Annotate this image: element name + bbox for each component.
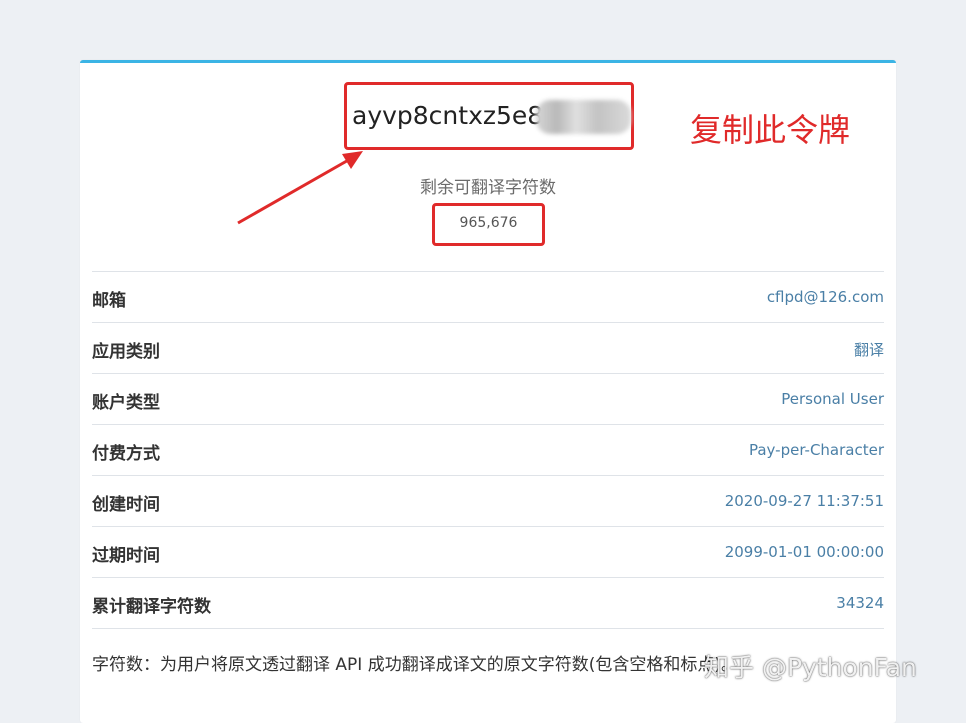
remaining-chars-value: 965,676 <box>459 215 518 231</box>
account-details-table: 邮箱 cflpd@126.com 应用类别 翻译 账户类型 Personal U… <box>92 271 884 629</box>
detail-value: Personal User <box>781 390 884 408</box>
token-highlight-box: ayvp8cntxz5e8 <box>344 82 634 150</box>
detail-value: Pay-per-Character <box>748 441 884 459</box>
detail-row-created-time: 创建时间 2020-09-27 11:37:51 <box>92 476 884 527</box>
character-count-footnote: 字符数：为用户将原文透过翻译 API 成功翻译成译文的原文字符数(包含空格和标点… <box>92 655 738 675</box>
detail-row-email: 邮箱 cflpd@126.com <box>92 272 884 323</box>
detail-row-account-type: 账户类型 Personal User <box>92 374 884 425</box>
detail-label: 邮箱 <box>92 291 126 311</box>
detail-label: 创建时间 <box>92 495 160 515</box>
remaining-chars-highlight-box: 965,676 <box>432 203 545 246</box>
detail-label: 累计翻译字符数 <box>92 597 211 617</box>
copy-token-annotation: 复制此令牌 <box>690 111 851 149</box>
zhihu-watermark: 知乎 @PythonFan <box>704 653 917 682</box>
detail-value: 翻译 <box>853 341 884 359</box>
remaining-chars-label: 剩余可翻译字符数 <box>420 178 556 198</box>
detail-row-payment-method: 付费方式 Pay-per-Character <box>92 425 884 476</box>
detail-row-expiry-time: 过期时间 2099-01-01 00:00:00 <box>92 527 884 578</box>
detail-value: 2099-01-01 00:00:00 <box>724 543 884 561</box>
detail-label: 过期时间 <box>92 546 160 566</box>
detail-row-total-translated: 累计翻译字符数 34324 <box>92 578 884 629</box>
detail-row-app-category: 应用类别 翻译 <box>92 323 884 374</box>
token-redaction-blur <box>536 100 631 134</box>
detail-value: cflpd@126.com <box>766 288 884 306</box>
detail-label: 账户类型 <box>92 393 160 413</box>
detail-label: 付费方式 <box>92 444 160 464</box>
detail-label: 应用类别 <box>92 342 160 362</box>
detail-value: 34324 <box>836 594 884 612</box>
api-token[interactable]: ayvp8cntxz5e8 <box>352 101 543 130</box>
account-card: ayvp8cntxz5e8 复制此令牌 剩余可翻译字符数 965,676 邮箱 … <box>80 60 896 723</box>
detail-value: 2020-09-27 11:37:51 <box>724 492 884 510</box>
